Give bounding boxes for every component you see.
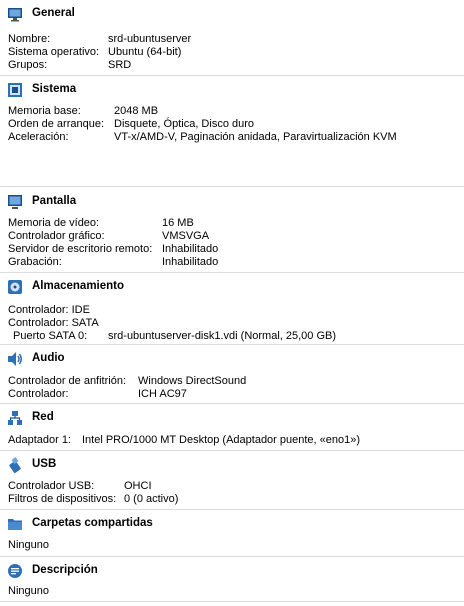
section-sistema-title: Sistema [32,83,77,95]
audio-row-controlador: Controlador: ICH AC97 [8,388,187,400]
pantalla-row-memoria-video: Memoria de vídeo: 16 MB [8,217,194,229]
usb-icon [7,457,23,473]
section-pantalla-header[interactable]: Pantalla [0,188,464,216]
section-general-header[interactable]: General [0,0,464,28]
section-red-title: Red [32,411,54,423]
section-sistema: Sistema Memoria base: 2048 MB Orden de a… [0,76,464,186]
section-descripcion: Descripción Ninguno [0,557,464,603]
section-carpetas-header[interactable]: Carpetas compartidas [0,510,464,538]
divider [0,186,464,187]
almacenamiento-row-sata: Controlador: SATA [8,317,99,329]
general-row-grupos: Grupos: SRD [8,59,132,71]
audio-row-anfitrion: Controlador de anfitrión: Windows Direct… [8,375,247,387]
section-general: General Nombre: srd-ubuntuserver Sistema… [0,0,464,78]
sistema-row-aceleracion: Aceleración: VT-x/AMD-V, Paginación anid… [8,131,397,143]
section-pantalla: Pantalla Memoria de vídeo: 16 MB Control… [0,188,464,272]
section-usb-title: USB [32,458,57,470]
section-sistema-header[interactable]: Sistema [0,76,464,104]
section-general-title: General [32,7,75,19]
section-audio: Audio Controlador de anfitrión: Windows … [0,345,464,403]
section-audio-title: Audio [32,352,65,364]
sistema-row-memoria: Memoria base: 2048 MB [8,105,159,117]
section-descripcion-header[interactable]: Descripción [0,557,464,585]
section-descripcion-title: Descripción [32,564,98,576]
general-row-sistema-operativo: Sistema operativo: Ubuntu (64-bit) [8,46,182,58]
pantalla-row-grabacion: Grabación: Inhabilitado [8,256,219,268]
section-red-header[interactable]: Red [0,404,464,432]
description-icon [7,563,23,579]
section-almacenamiento: Almacenamiento Controlador: IDE Controla… [0,273,464,345]
almacenamiento-row-ide: Controlador: IDE [8,304,90,316]
divider [0,601,464,602]
carpetas-row-ninguno: Ninguno [8,539,49,551]
storage-icon [7,279,23,295]
section-almacenamiento-title: Almacenamiento [32,280,125,292]
display-icon [7,194,23,210]
general-row-nombre: Nombre: srd-ubuntuserver [8,33,192,45]
network-icon [7,410,23,426]
speaker-icon [7,351,23,367]
chip-icon [7,82,23,98]
almacenamiento-row-puerto-sata: Puerto SATA 0: srd-ubuntuserver-disk1.vd… [13,330,337,342]
section-pantalla-title: Pantalla [32,195,77,207]
pantalla-row-controlador-grafico: Controlador gráfico: VMSVGA [8,230,210,242]
pantalla-row-escritorio-remoto: Servidor de escritorio remoto: Inhabilit… [8,243,219,255]
section-almacenamiento-header[interactable]: Almacenamiento [0,273,464,301]
descripcion-row-ninguno: Ninguno [8,585,49,597]
monitor-icon [7,6,23,22]
sistema-row-arranque: Orden de arranque: Disquete, Óptica, Dis… [8,118,255,130]
section-audio-header[interactable]: Audio [0,345,464,373]
section-usb: USB Controlador USB: OHCI Filtros de dis… [0,451,464,509]
section-carpetas-compartidas: Carpetas compartidas Ninguno [0,510,464,556]
folder-icon [7,516,23,532]
red-row-adaptador: Adaptador 1: Intel PRO/1000 MT Desktop (… [8,434,361,446]
section-carpetas-title: Carpetas compartidas [32,517,153,529]
usb-row-controlador: Controlador USB: OHCI [8,480,152,492]
section-usb-header[interactable]: USB [0,451,464,479]
section-red: Red Adaptador 1: Intel PRO/1000 MT Deskt… [0,404,464,450]
usb-row-filtros: Filtros de dispositivos: 0 (0 activo) [8,493,179,505]
